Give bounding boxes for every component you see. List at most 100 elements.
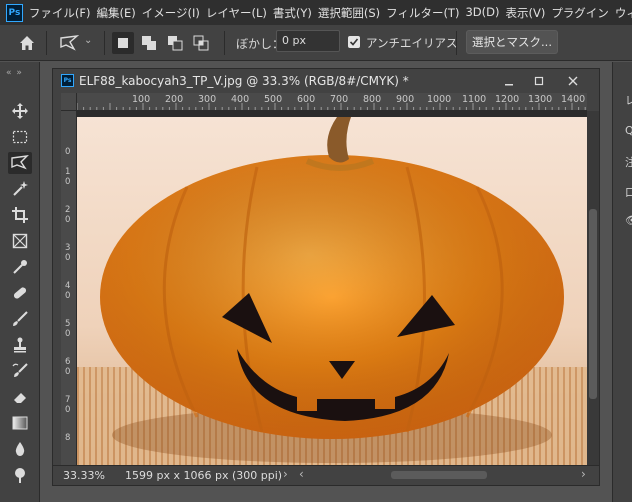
horizontal-scroll-thumb[interactable] xyxy=(391,471,487,479)
visibility-eye-icon[interactable]: 👁 xyxy=(625,214,632,227)
status-bar: 33.33% 1599 px x 1066 px (300 ppi) › ‹ › xyxy=(53,465,599,485)
stamp-tool[interactable] xyxy=(8,334,32,356)
tools-panel: « » xyxy=(0,62,40,502)
photoshop-logo-icon[interactable]: Ps xyxy=(6,3,23,22)
menu-edit[interactable]: 編集(E) xyxy=(96,5,141,21)
close-button[interactable] xyxy=(563,73,583,89)
intersect-selection-button[interactable] xyxy=(190,32,212,54)
brush-icon xyxy=(13,311,28,326)
vertical-scrollbar[interactable] xyxy=(587,111,599,465)
antialias-label: アンチエイリアス xyxy=(366,36,458,50)
move-icon xyxy=(12,103,28,119)
chevron-right-icon[interactable]: › xyxy=(283,467,288,481)
lasso-tool[interactable] xyxy=(8,152,32,174)
dodge-tool[interactable] xyxy=(8,464,32,486)
document-tab[interactable]: Ps ELF88_kabocyah3_TP_V.jpg @ 33.3% (RGB… xyxy=(53,69,599,93)
frame-tool[interactable] xyxy=(8,230,32,252)
scroll-right-icon[interactable]: › xyxy=(581,467,586,481)
menu-plugins[interactable]: プラグイン xyxy=(551,5,615,21)
menu-bar: Ps ファイル(F) 編集(E) イメージ(I) レイヤー(L) 書式(Y) 選… xyxy=(0,0,632,25)
options-separator xyxy=(224,31,225,55)
marquee-tool[interactable] xyxy=(8,126,32,148)
ruler-label: 5 xyxy=(65,319,71,329)
add-selection-icon xyxy=(142,36,156,50)
vertical-scroll-thumb[interactable] xyxy=(589,209,597,399)
ruler-label: 4 xyxy=(65,281,71,291)
options-bar: ⌄ ぼかし： 0 px アンチエイリアス 選択とマスク... xyxy=(0,25,632,61)
panel-search-icon[interactable]: Q xyxy=(625,124,632,137)
ruler-label: 1100 xyxy=(462,94,487,105)
ruler-label: 0 xyxy=(65,367,71,377)
menu-window[interactable]: ウィンドウ xyxy=(615,5,632,21)
brush-tool[interactable] xyxy=(8,308,32,330)
panel-item-label: 注 xyxy=(625,156,632,169)
gradient-icon xyxy=(12,416,28,430)
crop-icon xyxy=(12,207,28,223)
eraser-icon xyxy=(14,393,26,403)
ruler-label: 1 xyxy=(65,167,71,177)
subtract-selection-button[interactable] xyxy=(164,32,186,54)
ruler-label: 0 xyxy=(65,253,71,263)
menu-type[interactable]: 書式(Y) xyxy=(273,5,318,21)
document-info: 1599 px x 1066 px (300 ppi) xyxy=(125,469,283,482)
maximize-button[interactable] xyxy=(529,73,549,89)
document-title[interactable]: ELF88_kabocyah3_TP_V.jpg @ 33.3% (RGB/8#… xyxy=(79,74,409,88)
blur-icon xyxy=(15,442,25,456)
document-ps-icon: Ps xyxy=(61,74,74,87)
panel-tab-label[interactable]: レ xyxy=(625,92,632,108)
canvas[interactable] xyxy=(77,111,587,465)
vertical-ruler[interactable]: 0 1 0 2 0 3 0 4 0 5 0 6 0 7 0 8 xyxy=(61,111,77,465)
add-selection-button[interactable] xyxy=(138,32,160,54)
menu-file[interactable]: ファイル(F) xyxy=(29,5,97,21)
ruler-corner[interactable] xyxy=(61,93,77,111)
minimize-icon xyxy=(505,84,513,86)
eraser-tool[interactable] xyxy=(8,386,32,408)
magic-wand-tool[interactable] xyxy=(8,178,32,200)
ruler-label: 1200 xyxy=(495,94,520,105)
menu-view[interactable]: 表示(V) xyxy=(505,5,551,21)
crop-tool[interactable] xyxy=(8,204,32,226)
ruler-label: 0 xyxy=(65,291,71,301)
ruler-label: 100 xyxy=(132,94,151,105)
ruler-label: 0 xyxy=(65,147,71,157)
panel-item-label: 口 xyxy=(625,186,632,199)
horizontal-ruler[interactable]: 100 200 300 400 500 600 700 800 900 1000… xyxy=(77,93,587,111)
ruler-label: 0 xyxy=(65,329,71,339)
menu-select[interactable]: 選択範囲(S) xyxy=(318,5,386,21)
healing-tool[interactable] xyxy=(8,282,32,304)
zoom-level[interactable]: 33.33% xyxy=(63,469,105,482)
menu-image[interactable]: イメージ(I) xyxy=(142,5,206,21)
eyedropper-tool[interactable] xyxy=(8,256,32,278)
ruler-label: 1000 xyxy=(427,94,452,105)
eyedropper-icon xyxy=(13,260,27,274)
minimize-button[interactable] xyxy=(499,73,519,89)
ruler-label: 1300 xyxy=(528,94,553,105)
options-separator xyxy=(46,31,47,55)
polygonal-lasso-icon xyxy=(11,155,29,170)
ruler-label: 600 xyxy=(297,94,316,105)
move-tool[interactable] xyxy=(8,100,32,122)
history-brush-tool[interactable] xyxy=(8,360,32,382)
antialias-checkbox[interactable] xyxy=(348,36,360,48)
ruler-label: 0 xyxy=(65,405,71,415)
ruler-label: 3 xyxy=(65,243,71,253)
bandage-icon xyxy=(13,287,27,299)
blur-tool[interactable] xyxy=(8,438,32,460)
ruler-label: 0 xyxy=(65,177,71,187)
feather-input[interactable]: 0 px xyxy=(276,30,340,52)
new-selection-button[interactable] xyxy=(112,32,134,54)
gradient-tool[interactable] xyxy=(8,412,32,434)
ruler-label: 8 xyxy=(65,433,71,443)
menu-3d[interactable]: 3D(D) xyxy=(465,5,505,21)
panel-collapse-icon[interactable]: « » xyxy=(6,68,23,78)
polygonal-lasso-preset-icon[interactable] xyxy=(58,33,80,53)
marquee-icon xyxy=(12,130,28,144)
select-and-mask-button[interactable]: 選択とマスク... xyxy=(466,30,558,54)
menu-layer[interactable]: レイヤー(L) xyxy=(206,5,273,21)
home-icon[interactable] xyxy=(17,33,37,53)
magic-wand-icon xyxy=(13,181,28,196)
menu-filter[interactable]: フィルター(T) xyxy=(386,5,465,21)
menu-list: ファイル(F) 編集(E) イメージ(I) レイヤー(L) 書式(Y) 選択範囲… xyxy=(29,5,632,21)
scroll-left-icon[interactable]: ‹ xyxy=(299,467,304,481)
chevron-down-icon[interactable]: ⌄ xyxy=(84,35,94,49)
